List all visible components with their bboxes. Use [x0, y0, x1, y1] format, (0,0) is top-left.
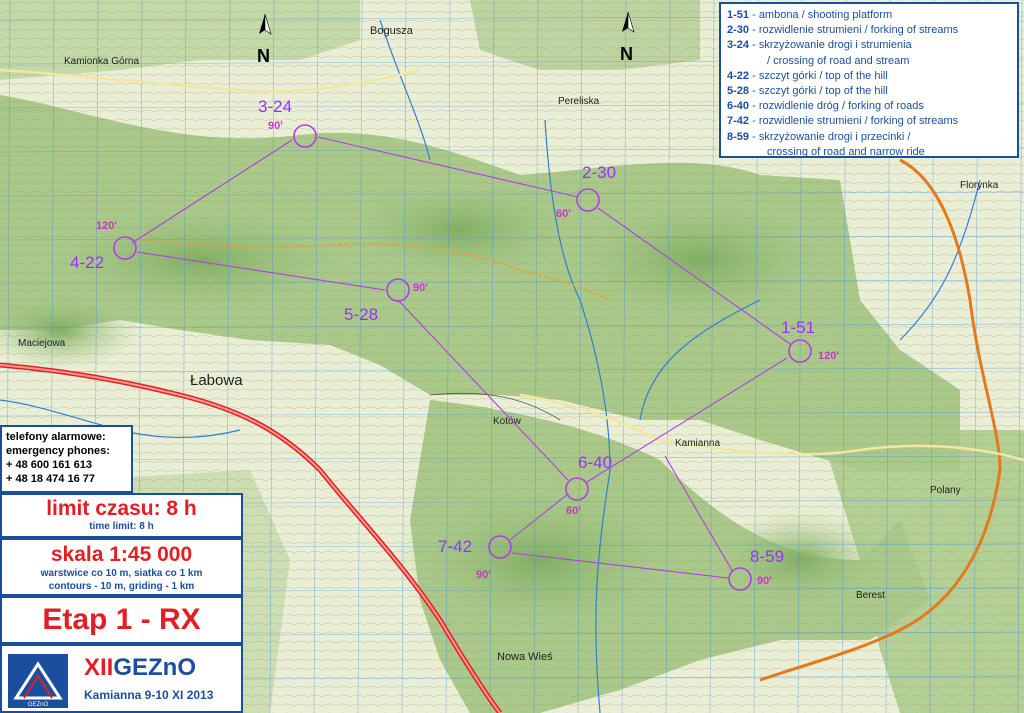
checkpoint-5-28-label: 5-28: [344, 305, 378, 324]
time-limit-en: time limit: 8 h: [89, 521, 154, 532]
checkpoint-4-22-label: 4-22: [70, 253, 104, 272]
event-box: GEZnO XIIGEZnO Kamianna 9-10 XI 2013: [0, 644, 243, 713]
time-limit-label: limit czasu: 8 h: [46, 497, 197, 520]
checkpoint-2-30-angle: 60': [556, 208, 571, 220]
checkpoint-6-40-angle: 60': [566, 505, 581, 517]
emergency-phone-2: + 48 18 474 16 77: [6, 473, 95, 485]
checkpoint-7-42-angle: 90': [476, 569, 491, 581]
place-labowa: Łabowa: [190, 372, 243, 389]
checkpoint-1-51-label: 1-51: [781, 318, 815, 337]
place-maciejowa: Maciejowa: [18, 338, 66, 349]
checkpoint-7-42-label: 7-42: [438, 537, 472, 556]
north-label-left: N: [257, 46, 270, 66]
scale-box: skala 1:45 000 warstwice co 10 m, siatka…: [0, 538, 243, 596]
checkpoint-6-40-label: 6-40: [578, 453, 612, 472]
stage-box: Etap 1 - RX: [0, 596, 243, 644]
legend-row: 8-59 - skrzyżowanie drogi i przecinki /: [727, 130, 911, 143]
checkpoint-8-59-angle: 90': [757, 575, 772, 587]
north-label-right: N: [620, 44, 633, 64]
place-kamionka: Kamionka Górna: [64, 56, 139, 67]
place-polany: Polany: [930, 485, 961, 496]
scale-label: skala 1:45 000: [50, 543, 193, 566]
place-berest: Berest: [856, 590, 885, 601]
event-sub: Kamianna 9-10 XI 2013: [84, 688, 214, 702]
event-name: GEZnO: [113, 654, 197, 681]
legend-row: crossing of road and narrow ride: [767, 145, 925, 158]
checkpoint-4-22-angle: 120': [96, 220, 117, 232]
place-nowawies: Nowa Wieś: [497, 651, 553, 663]
event-roman: XII: [84, 654, 114, 681]
legend-row: 1-51 - ambona / shooting platform: [727, 9, 893, 21]
legend-row: 6-40 - rozwidlenie dróg / forking of roa…: [727, 100, 924, 113]
scale-line-1: warstwice co 10 m, siatka co 1 km: [40, 568, 203, 579]
place-kamianna: Kamianna: [675, 438, 720, 449]
legend-row: 3-24 - skrzyżowanie drogi i strumienia: [727, 39, 912, 52]
checkpoint-8-59-label: 8-59: [750, 547, 784, 566]
emergency-phones-box: telefony alarmowe: emergency phones: + 4…: [0, 425, 133, 493]
legend-row: 2-30 - rozwidlenie strumieni / forking o…: [727, 24, 959, 37]
emergency-phone-1: + 48 600 161 613: [6, 459, 92, 471]
place-pereliska: Pereliska: [558, 96, 600, 107]
event-title: XIIGEZnO: [84, 654, 196, 682]
logo-triangle-icon: GEZnO: [13, 661, 63, 708]
legend-row: 7-42 - rozwidlenie strumieni / forking o…: [727, 115, 959, 128]
stage-label: Etap 1 - RX: [42, 603, 201, 636]
checkpoint-1-51-angle: 120': [818, 350, 839, 362]
checkpoint-legend: 1-51 - ambona / shooting platform 2-30 -…: [719, 2, 1019, 158]
checkpoint-3-24-angle: 90': [268, 120, 283, 132]
legend-row: 5-28 - szczyt górki / top of the hill: [727, 85, 888, 98]
time-limit-box: limit czasu: 8 h time limit: 8 h: [0, 493, 243, 538]
place-florynka: Florynka: [960, 180, 999, 191]
checkpoint-5-28-angle: 90': [413, 282, 428, 294]
legend-row: 4-22 - szczyt górki / top of the hill: [727, 69, 888, 82]
logo-text: GEZnO: [28, 702, 49, 708]
emergency-title-en: emergency phones:: [6, 445, 110, 457]
gezno-logo: GEZnO: [8, 654, 68, 708]
checkpoint-3-24-label: 3-24: [258, 97, 292, 116]
place-kotow: Kotów: [493, 416, 522, 427]
emergency-title-pl: telefony alarmowe:: [6, 431, 106, 443]
place-bogusza: Bogusza: [370, 25, 414, 37]
legend-row: / crossing of road and stream: [767, 54, 910, 67]
scale-line-2: contours - 10 m, griding - 1 km: [48, 581, 195, 592]
checkpoint-2-30-label: 2-30: [582, 163, 616, 182]
